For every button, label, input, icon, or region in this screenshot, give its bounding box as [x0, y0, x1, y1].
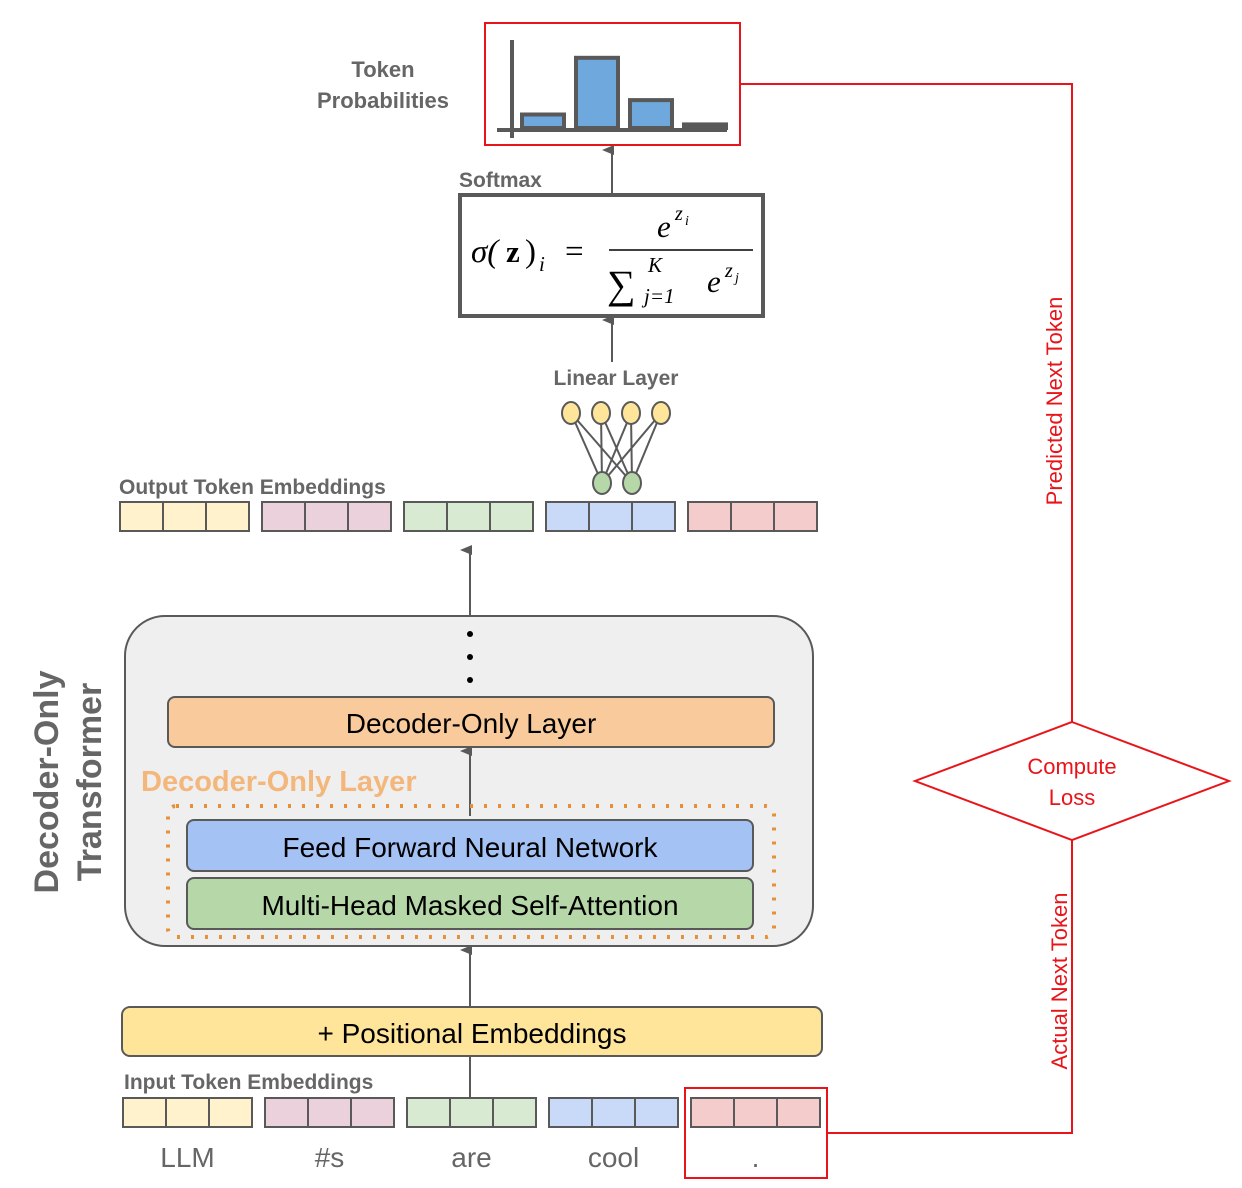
formula-z-vector: z — [506, 234, 520, 269]
formula-sigma: σ( — [471, 234, 500, 270]
embedding-cell — [489, 501, 534, 532]
input-token-label: are — [451, 1142, 491, 1173]
compute-loss-diamond — [912, 720, 1232, 842]
output-embeddings-label: Output Token Embeddings — [119, 476, 386, 499]
output-embedding-group — [545, 501, 676, 532]
ellipsis-dot — [467, 677, 473, 683]
probability-bar-t2 — [574, 55, 620, 130]
embedding-cell — [162, 501, 207, 532]
formula-sum-upper: K — [647, 253, 663, 277]
embedding-cell — [208, 1097, 253, 1128]
formula-num-exp-sub: i — [685, 214, 689, 229]
input-embedding-group: . — [690, 1097, 821, 1173]
transformer-side-label-line1: Decoder-Only — [28, 670, 66, 893]
embedding-cell — [690, 1097, 735, 1128]
token-probabilities-label-line2: Probabilities — [317, 88, 449, 113]
output-embedding-group — [403, 501, 534, 532]
formula-num-exp: z — [674, 203, 683, 225]
embedding-cell — [492, 1097, 537, 1128]
input-token-label: #s — [315, 1142, 345, 1173]
embedding-cell — [634, 1097, 679, 1128]
linear-input-node — [622, 471, 642, 495]
embedding-cell — [350, 1097, 395, 1128]
softmax-label: Softmax — [459, 169, 542, 192]
probability-bar-t3 — [628, 98, 674, 130]
ffnn-label: Feed Forward Neural Network — [282, 832, 658, 863]
embedding-cell — [733, 1097, 778, 1128]
probability-bar-t4 — [682, 122, 728, 131]
embedding-cell — [548, 1097, 593, 1128]
embedding-cell — [776, 1097, 821, 1128]
embedding-cell — [347, 501, 392, 532]
compute-loss-label-line1: Compute — [1027, 754, 1116, 779]
formula-sum-lower: j=1 — [641, 284, 675, 308]
linear-layer-network — [561, 401, 671, 495]
transformer-side-label-line2: Transformer — [71, 683, 109, 881]
formula-den-exp: z — [724, 260, 733, 282]
predicted-next-token-label: Predicted Next Token — [1042, 297, 1067, 506]
input-token-label: cool — [588, 1142, 639, 1173]
formula-sum: ∑ — [607, 262, 636, 307]
formula-close-paren: ) — [525, 234, 536, 270]
embedding-cell — [122, 1097, 167, 1128]
output-embedding-group — [119, 501, 250, 532]
formula-equals: = — [565, 234, 584, 270]
embedding-cell — [261, 501, 306, 532]
decoder-only-diagram: Token Probabilities Softmax σ( z ) i = e… — [28, 22, 1232, 1179]
embedding-cell — [403, 501, 448, 532]
compute-loss-label-line2: Loss — [1049, 785, 1095, 810]
linear-output-node — [651, 401, 671, 425]
positional-embeddings-label: + Positional Embeddings — [318, 1018, 627, 1049]
attention-label: Multi-Head Masked Self-Attention — [261, 890, 678, 921]
embedding-cell — [307, 1097, 352, 1128]
embedding-cell — [264, 1097, 309, 1128]
embedding-cell — [449, 1097, 494, 1128]
actual-next-token-label: Actual Next Token — [1047, 893, 1072, 1070]
embedding-cell — [773, 501, 818, 532]
output-embedding-group — [687, 501, 818, 532]
ellipsis-dot — [467, 631, 473, 637]
token-probabilities-label-line1: Token — [351, 57, 414, 82]
output-embeddings-row — [119, 501, 818, 532]
formula-sub-i: i — [539, 252, 545, 276]
embedding-cell — [406, 1097, 451, 1128]
embedding-cell — [165, 1097, 210, 1128]
embedding-cell — [545, 501, 590, 532]
input-token-label: . — [752, 1142, 760, 1173]
input-token-label: LLM — [160, 1142, 214, 1173]
embedding-cell — [205, 501, 250, 532]
input-embedding-group: #s — [264, 1097, 395, 1173]
output-embedding-group — [261, 501, 392, 532]
inner-layer-title: Decoder-Only Layer — [141, 766, 417, 798]
input-embeddings-row: LLM #s are cool. — [122, 1097, 821, 1173]
linear-input-node — [592, 471, 612, 495]
decoder-only-layer-label: Decoder-Only Layer — [346, 708, 597, 739]
linear-output-node — [621, 401, 641, 425]
formula-num-e: e — [657, 209, 671, 244]
formula-den-e: e — [707, 264, 721, 299]
input-embedding-group: cool — [548, 1097, 679, 1173]
embedding-cell — [631, 501, 676, 532]
embedding-cell — [730, 501, 775, 532]
ellipsis-dot — [467, 654, 473, 660]
embedding-cell — [119, 501, 164, 532]
embedding-cell — [687, 501, 732, 532]
embedding-cell — [446, 501, 491, 532]
linear-output-node — [561, 401, 581, 425]
embedding-cell — [304, 501, 349, 532]
actual-token-connector — [827, 840, 1073, 1134]
probability-bar-t1 — [520, 112, 566, 130]
embedding-cell — [588, 501, 633, 532]
input-embedding-group: LLM — [122, 1097, 253, 1173]
input-embeddings-label: Input Token Embeddings — [124, 1071, 373, 1094]
embedding-cell — [591, 1097, 636, 1128]
linear-layer-label: Linear Layer — [554, 367, 679, 390]
input-embedding-group: are — [406, 1097, 537, 1173]
linear-output-node — [591, 401, 611, 425]
